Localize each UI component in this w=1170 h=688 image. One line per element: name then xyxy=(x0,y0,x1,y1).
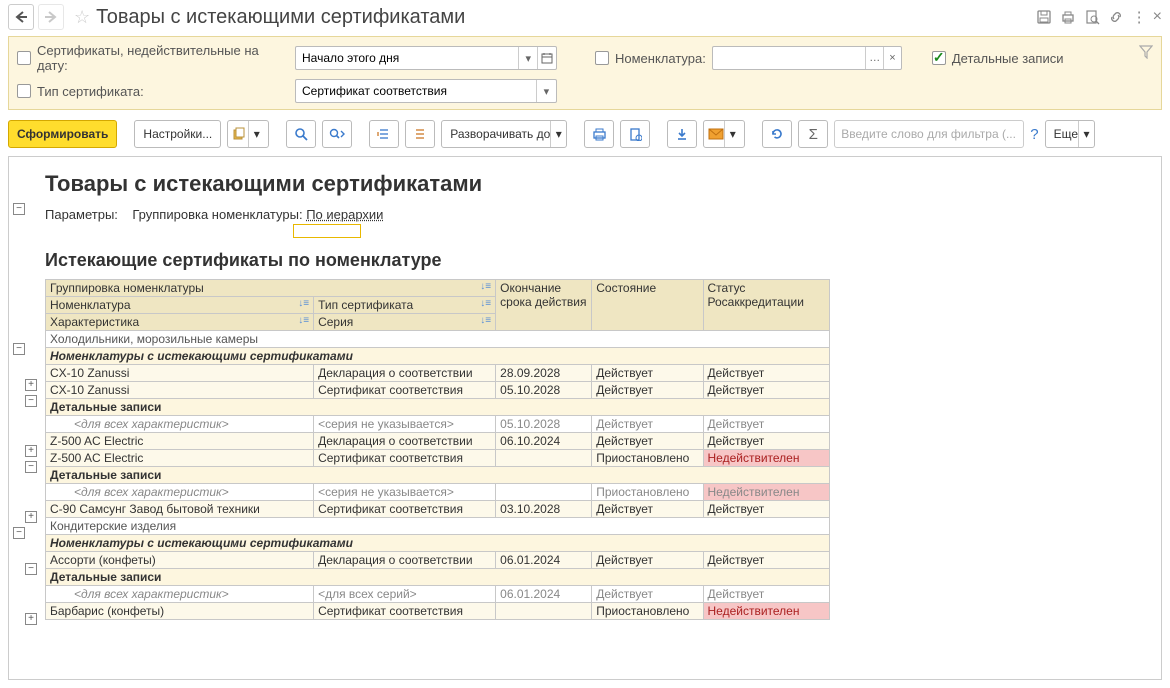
details-checkbox[interactable] xyxy=(932,51,946,65)
expand-all-button[interactable] xyxy=(369,120,399,148)
data-row[interactable]: Z-500 AC ElectricДекларация о соответств… xyxy=(46,432,830,449)
print-button[interactable] xyxy=(584,120,614,148)
collapse-marker[interactable]: + xyxy=(25,511,37,523)
detail-row[interactable]: <для всех характеристик><для всех серий>… xyxy=(46,585,830,602)
filter-panel: Сертификаты, недействительные на дату: ▾… xyxy=(8,36,1162,110)
clear-icon[interactable]: × xyxy=(883,47,901,69)
group-row[interactable]: Холодильники, морозильные камеры xyxy=(46,330,830,347)
nomen-filter-value[interactable] xyxy=(713,51,865,65)
page-title: Товары с истекающими сертификатами xyxy=(96,6,1036,29)
find-next-button[interactable] xyxy=(322,120,352,148)
data-row[interactable]: Барбарис (конфеты)Сертификат соответстви… xyxy=(46,602,830,619)
cert-type-value[interactable] xyxy=(296,84,536,98)
funnel-icon[interactable] xyxy=(1139,45,1153,59)
data-row[interactable]: Z-500 AC ElectricСертификат соответствия… xyxy=(46,449,830,466)
collapse-marker[interactable]: + xyxy=(25,613,37,625)
print-icon[interactable] xyxy=(1060,9,1076,25)
help-icon[interactable]: ? xyxy=(1030,126,1038,143)
collapse-marker[interactable]: − xyxy=(13,527,25,539)
collapse-all-button[interactable] xyxy=(405,120,435,148)
section-row: Номенклатуры с истекающими сертификатами xyxy=(46,534,830,551)
detail-row[interactable]: <для всех характеристик><серия не указыв… xyxy=(46,415,830,432)
collapse-marker[interactable]: − xyxy=(25,395,37,407)
close-icon[interactable]: × xyxy=(1153,8,1162,26)
collapse-marker[interactable]: + xyxy=(25,379,37,391)
back-button[interactable] xyxy=(8,4,34,30)
data-row[interactable]: Ассорти (конфеты)Декларация о соответств… xyxy=(46,551,830,568)
filter-placeholder: Введите слово для фильтра (... xyxy=(841,127,1016,141)
ellipsis-icon[interactable]: … xyxy=(865,47,883,69)
sum-button[interactable]: Σ xyxy=(798,120,828,148)
detail-header: Детальные записи xyxy=(46,398,830,415)
date-filter-checkbox[interactable] xyxy=(17,51,31,65)
title-bar: ☆ Товары с истекающими сертификатами ⋮ × xyxy=(0,0,1170,34)
collapse-marker[interactable]: + xyxy=(25,445,37,457)
nomen-filter-input[interactable]: … × xyxy=(712,46,902,70)
email-button[interactable]: ▾ xyxy=(703,120,745,148)
find-button[interactable] xyxy=(286,120,316,148)
group-row[interactable]: Кондитерские изделия xyxy=(46,517,830,534)
settings-menu-button[interactable]: ▾ xyxy=(227,120,269,148)
settings-button[interactable]: Настройки... xyxy=(134,120,221,148)
section-row: Номенклатуры с истекающими сертификатами xyxy=(46,347,830,364)
preview-icon[interactable] xyxy=(1084,9,1100,25)
favorite-icon[interactable]: ☆ xyxy=(74,7,90,28)
details-label: Детальные записи xyxy=(952,51,1064,66)
date-filter-label: Сертификаты, недействительные на дату: xyxy=(37,43,289,73)
cert-type-checkbox[interactable] xyxy=(17,84,31,98)
forward-button[interactable] xyxy=(38,4,64,30)
data-row[interactable]: C-90 Самсунг Завод бытовой техникиСертиф… xyxy=(46,500,830,517)
collapse-marker[interactable]: − xyxy=(25,563,37,575)
form-button[interactable]: Сформировать xyxy=(8,120,117,148)
expand-to-button[interactable]: Разворачивать до ▾ xyxy=(441,120,567,148)
date-filter-value[interactable] xyxy=(296,51,518,65)
page-setup-button[interactable] xyxy=(620,120,650,148)
more-menu-icon[interactable]: ⋮ xyxy=(1132,8,1145,26)
report-table: Группировка номенклатуры↓≡ Окончание сро… xyxy=(45,279,830,620)
nomen-filter-checkbox[interactable] xyxy=(595,51,609,65)
data-row[interactable]: CX-10 ZanussiДекларация о соответствии28… xyxy=(46,364,830,381)
date-filter-input[interactable]: ▾ xyxy=(295,46,557,70)
more-button[interactable]: Еще ▾ xyxy=(1045,120,1095,148)
nomen-filter-label: Номенклатура: xyxy=(615,51,706,66)
filter-text-input[interactable]: Введите слово для фильтра (... xyxy=(834,120,1024,148)
calendar-icon[interactable] xyxy=(537,47,556,69)
data-row[interactable]: CX-10 ZanussiСертификат соответствия05.1… xyxy=(46,381,830,398)
cert-type-label: Тип сертификата: xyxy=(37,84,289,99)
save-icon[interactable] xyxy=(1036,9,1052,25)
report-title: Товары с истекающими сертификатами xyxy=(45,171,1133,197)
dropdown-icon[interactable]: ▾ xyxy=(536,80,556,102)
report-subtitle: Истекающие сертификаты по номенклатуре xyxy=(45,250,1133,271)
collapse-marker[interactable]: − xyxy=(13,343,25,355)
save-report-button[interactable] xyxy=(667,120,697,148)
detail-header: Детальные записи xyxy=(46,466,830,483)
toolbar: Сформировать Настройки... ▾ Разворачиват… xyxy=(0,116,1170,156)
collapse-marker[interactable]: − xyxy=(13,203,25,215)
more-label: Еще xyxy=(1054,127,1078,141)
refresh-button[interactable] xyxy=(762,120,792,148)
report-area: − − + − + − + − − + Товары с истекающими… xyxy=(8,156,1162,680)
detail-header: Детальные записи xyxy=(46,568,830,585)
link-icon[interactable] xyxy=(1108,9,1124,25)
cert-type-input[interactable]: ▾ xyxy=(295,79,557,103)
detail-row[interactable]: <для всех характеристик><серия не указыв… xyxy=(46,483,830,500)
expand-to-label: Разворачивать до xyxy=(450,127,550,141)
report-params: Параметры: Группировка номенклатуры: По … xyxy=(45,207,1133,238)
dropdown-icon[interactable]: ▾ xyxy=(518,47,537,69)
collapse-marker[interactable]: − xyxy=(25,461,37,473)
